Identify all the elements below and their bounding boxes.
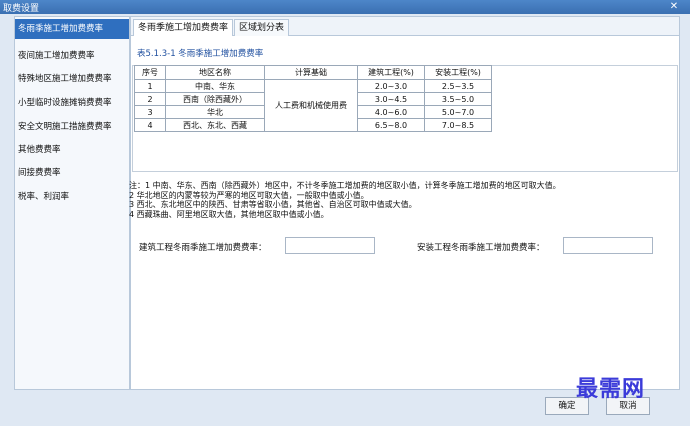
sidebar-item-indirect[interactable]: 间接费费率 — [15, 163, 129, 183]
header-install: 安装工程(%) — [424, 65, 492, 80]
sidebar-item-winter-rain[interactable]: 冬雨季施工增加费费率 — [15, 19, 129, 39]
watermark-logo: 最需网 — [576, 376, 646, 402]
cell-no: 3 — [134, 105, 166, 119]
sidebar-item-safety[interactable]: 安全文明施工措施费费率 — [15, 117, 129, 137]
table-caption: 表5.1.3-1 冬雨季施工增加费费率 — [137, 49, 264, 59]
cell-no: 1 — [134, 79, 166, 93]
cell-install: 5.0~7.0 — [424, 105, 492, 119]
note-line: 2 华北地区的内蒙等较为严寒的地区可取大值，一般取中值或小值。 — [129, 190, 369, 200]
build-rate-input[interactable] — [285, 237, 375, 254]
note-line: 3 西北、东北地区中的陕西、甘肃等省取小值，其他省、自治区可取中值或大值。 — [129, 200, 417, 209]
notes: 注：1 中南、华东、西南（除西藏外）地区中，不计冬季施工增加费的地区取小值，计算… — [129, 181, 561, 219]
cell-region: 西北、东北、西藏 — [165, 118, 265, 132]
tab-region-division[interactable]: 区域划分表 — [234, 19, 290, 36]
sidebar-item-special-region[interactable]: 特殊地区施工增加费费率 — [15, 69, 129, 89]
header-calc-basis: 计算基础 — [264, 65, 358, 80]
sidebar-item-night[interactable]: 夜间施工增加费费率 — [15, 46, 129, 66]
cell-region: 西南（除西藏外） — [165, 92, 265, 106]
cell-install: 3.5~5.0 — [424, 92, 492, 106]
cell-region: 中南、华东 — [165, 79, 265, 93]
header-build: 建筑工程(%) — [357, 65, 425, 80]
rate-table: 序号 地区名称 计算基础 建筑工程(%) 安装工程(%) 1 中南、华东 人工费… — [134, 65, 492, 132]
install-rate-input[interactable] — [563, 237, 653, 254]
cell-build: 3.0~4.5 — [357, 92, 425, 106]
header-region: 地区名称 — [165, 65, 265, 80]
sidebar-item-tax-profit[interactable]: 税率、利润率 — [15, 187, 129, 207]
cell-no: 2 — [134, 92, 166, 106]
cell-install: 7.0~8.5 — [424, 118, 492, 132]
sidebar: 冬雨季施工增加费费率 夜间施工增加费费率 特殊地区施工增加费费率 小型临时设施摊… — [14, 16, 130, 390]
close-icon[interactable]: ✕ — [666, 0, 682, 13]
tab-bar: 冬雨季施工增加费费率 区域划分表 — [131, 17, 679, 36]
build-rate-label: 建筑工程冬雨季施工增加费费率： — [139, 243, 267, 253]
cell-region: 华北 — [165, 105, 265, 119]
cell-build: 4.0~6.0 — [357, 105, 425, 119]
table-row[interactable]: 1 中南、华东 人工费和机械使用费 2.0~3.0 2.5~3.5 — [134, 79, 492, 132]
note-line: 注：1 中南、华东、西南（除西藏外）地区中，不计冬季施工增加费的地区取小值，计算… — [129, 181, 561, 190]
cell-no: 4 — [134, 118, 166, 132]
cell-install: 2.5~3.5 — [424, 79, 492, 93]
title-bar: 取费设置 ✕ — [0, 0, 690, 14]
cell-build: 2.0~3.0 — [357, 79, 425, 93]
sidebar-item-temp-facility[interactable]: 小型临时设施摊销费费率 — [15, 93, 129, 113]
cell-calc-basis: 人工费和机械使用费 — [264, 79, 358, 132]
note-line: 4 西藏珠曲、阿里地区取大值，其他地区取中值或小值。 — [129, 209, 329, 219]
install-rate-label: 安装工程冬雨季施工增加费费率： — [417, 243, 545, 253]
window-title: 取费设置 — [3, 4, 40, 14]
main-panel: 冬雨季施工增加费费率 区域划分表 表5.1.3-1 冬雨季施工增加费费率 序号 … — [129, 16, 680, 390]
tab-winter-rain-rate[interactable]: 冬雨季施工增加费费率 — [133, 19, 234, 36]
sidebar-item-other[interactable]: 其他费费率 — [15, 140, 129, 160]
header-no: 序号 — [134, 65, 166, 80]
cell-build: 6.5~8.0 — [357, 118, 425, 132]
